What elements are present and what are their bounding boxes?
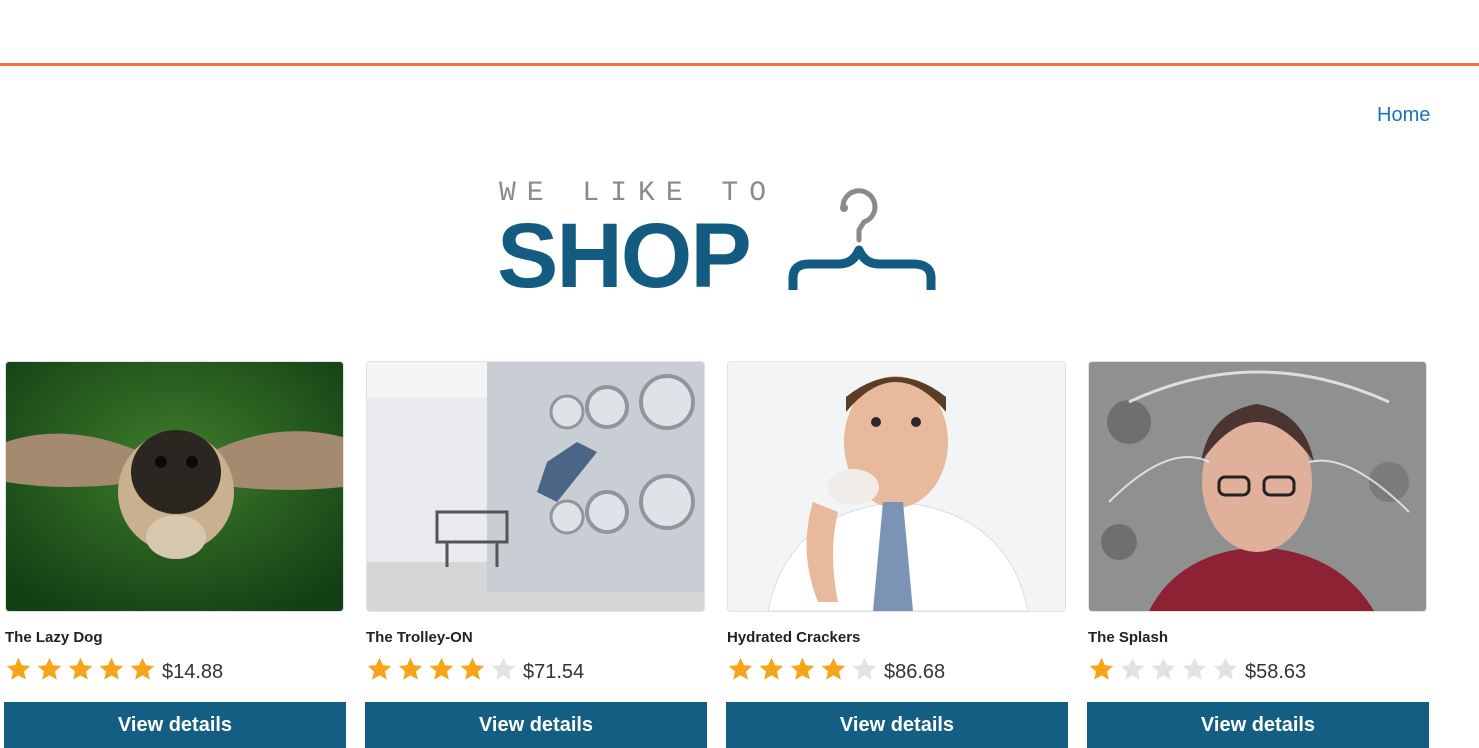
product-image[interactable] xyxy=(727,361,1066,612)
product-price: $71.54 xyxy=(523,660,585,683)
view-details-button[interactable]: View details xyxy=(1087,702,1429,748)
product-image[interactable] xyxy=(366,361,705,612)
star-filled-icon xyxy=(821,657,846,680)
star-filled-icon xyxy=(1089,657,1114,680)
product-title[interactable]: The Trolley-ON xyxy=(366,629,473,646)
clothes-hanger-icon xyxy=(788,188,936,290)
view-details-button[interactable]: View details xyxy=(726,702,1068,748)
star-filled-icon xyxy=(759,657,784,680)
product-card-trolley-on: The Trolley-ON $71.54 View details xyxy=(365,361,709,748)
laundromat-image xyxy=(367,362,704,611)
product-card-the-splash: The Splash $58.63 View details xyxy=(1087,361,1431,748)
star-filled-icon xyxy=(99,657,124,680)
star-filled-icon xyxy=(130,657,155,680)
star-rating: $58.63 xyxy=(1088,654,1306,684)
product-price: $14.88 xyxy=(162,660,224,683)
product-title[interactable]: Hydrated Crackers xyxy=(727,629,860,646)
star-empty-icon xyxy=(852,657,877,680)
star-empty-icon xyxy=(491,657,516,680)
product-price: $58.63 xyxy=(1245,660,1307,683)
nav-home-link[interactable]: Home xyxy=(1377,104,1430,127)
header-accent-rule xyxy=(0,63,1479,66)
star-filled-icon xyxy=(37,657,62,680)
star-filled-icon xyxy=(398,657,423,680)
star-filled-icon xyxy=(460,657,485,680)
water-splash-image xyxy=(1089,362,1426,611)
star-filled-icon xyxy=(790,657,815,680)
star-empty-icon xyxy=(1151,657,1176,680)
product-title[interactable]: The Splash xyxy=(1088,629,1168,646)
star-filled-icon xyxy=(367,657,392,680)
product-card-lazy-dog: The Lazy Dog $14.88 View details xyxy=(4,361,348,748)
star-empty-icon xyxy=(1213,657,1238,680)
star-empty-icon xyxy=(1182,657,1207,680)
product-image[interactable] xyxy=(1088,361,1427,612)
star-filled-icon xyxy=(6,657,31,680)
product-card-hydrated-crackers: Hydrated Crackers $86.68 View details xyxy=(726,361,1070,748)
star-filled-icon xyxy=(68,657,93,680)
view-details-button[interactable]: View details xyxy=(365,702,707,748)
star-rating: $86.68 xyxy=(727,654,945,684)
flying-pug-image xyxy=(6,362,343,611)
product-image[interactable] xyxy=(5,361,344,612)
star-filled-icon xyxy=(728,657,753,680)
shop-logo[interactable]: WE LIKE TO SHOP xyxy=(497,178,942,306)
star-rating: $14.88 xyxy=(5,654,223,684)
star-empty-icon xyxy=(1120,657,1145,680)
product-price: $86.68 xyxy=(884,660,946,683)
view-details-button[interactable]: View details xyxy=(4,702,346,748)
star-filled-icon xyxy=(429,657,454,680)
logo-wordmark: SHOP xyxy=(497,205,752,307)
man-eating-cracker-image xyxy=(728,362,1065,611)
star-rating: $71.54 xyxy=(366,654,584,684)
product-title[interactable]: The Lazy Dog xyxy=(5,629,103,646)
